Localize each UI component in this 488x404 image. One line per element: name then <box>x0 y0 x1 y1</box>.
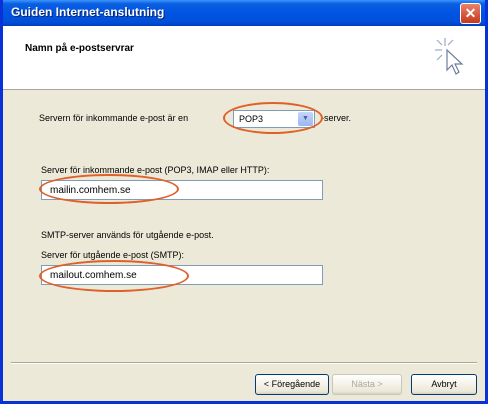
smtp-note: SMTP-server används för utgående e-post. <box>41 230 214 240</box>
next-button[interactable]: Nästa > <box>332 374 402 395</box>
page-title: Namn på e-postservrar <box>25 43 134 54</box>
window-title: Guiden Internet-anslutning <box>11 5 165 19</box>
back-button[interactable]: < Föregående <box>255 374 329 395</box>
highlight-oval-incoming <box>39 174 179 204</box>
incoming-server-label: Server för inkommande e-post (POP3, IMAP… <box>41 165 270 175</box>
wizard-cursor-icon <box>435 38 464 75</box>
footer-divider <box>11 362 477 364</box>
highlight-oval-server-type <box>223 102 323 134</box>
wizard-header: Namn på e-postservrar <box>3 26 485 90</box>
incoming-type-prefix: Servern för inkommande e-post är en <box>39 113 189 123</box>
close-button[interactable]: ✕ <box>460 3 481 24</box>
title-bar[interactable]: Guiden Internet-anslutning ✕ <box>3 0 485 26</box>
outgoing-server-label: Server för utgående e-post (SMTP): <box>41 250 185 260</box>
wizard-window: Guiden Internet-anslutning ✕ Namn på e-p… <box>0 0 488 404</box>
incoming-type-suffix: -server. <box>321 113 352 123</box>
close-icon: ✕ <box>464 5 477 21</box>
highlight-oval-outgoing <box>39 260 189 292</box>
cancel-button[interactable]: Avbryt <box>411 374 477 395</box>
